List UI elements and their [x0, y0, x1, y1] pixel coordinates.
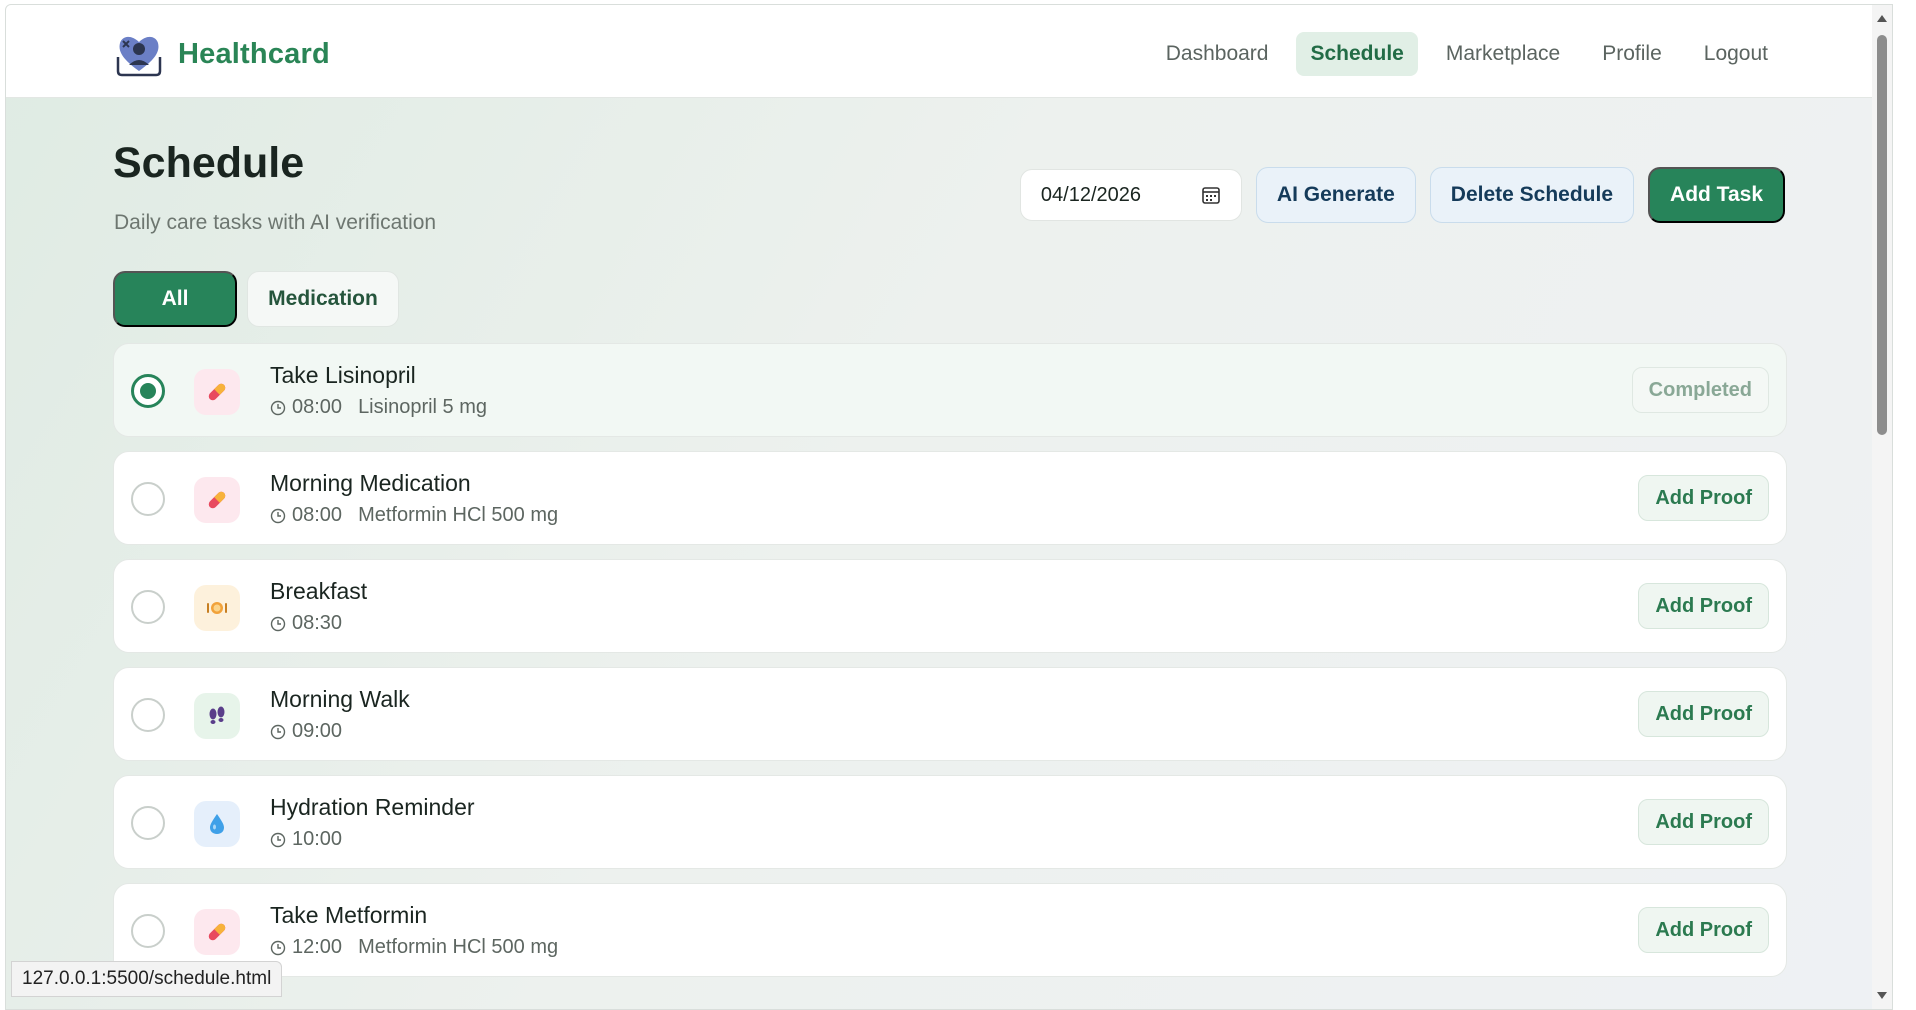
delete-schedule-button[interactable]: Delete Schedule — [1429, 167, 1635, 223]
date-picker-input[interactable]: 04/12/2026 — [1019, 169, 1242, 221]
filter-all[interactable]: All — [113, 271, 237, 327]
task-complete-radio[interactable] — [131, 590, 165, 624]
clock-icon — [270, 616, 286, 631]
task-row[interactable]: Breakfast 08:30 Add Proof — [113, 559, 1787, 653]
task-meta: 09:00 — [270, 720, 342, 743]
task-complete-radio[interactable] — [131, 698, 165, 732]
clock-icon — [270, 724, 286, 739]
add-task-button[interactable]: Add Task — [1648, 167, 1785, 223]
task-title: Morning Medication — [270, 470, 471, 496]
task-complete-radio[interactable] — [131, 374, 165, 408]
pill-icon — [194, 477, 240, 523]
status-bar-url: 127.0.0.1:5500/schedule.html — [11, 961, 283, 997]
page-title: Schedule — [113, 139, 305, 187]
add-proof-button[interactable]: Add Proof — [1638, 907, 1769, 953]
scroll-up-arrow-icon[interactable] — [1877, 15, 1887, 22]
nav-marketplace[interactable]: Marketplace — [1432, 32, 1574, 76]
clock-icon — [270, 400, 286, 415]
healthcard-logo-icon — [116, 36, 162, 77]
pill-icon — [194, 909, 240, 955]
clock-icon — [270, 832, 286, 847]
task-list: Take Lisinopril 08:00 Lisinopril 5 mg Co… — [113, 343, 1787, 991]
main-nav: Dashboard Schedule Marketplace Profile L… — [1152, 32, 1782, 76]
task-meta: 08:30 — [270, 612, 342, 635]
task-time: 08:00 — [292, 504, 343, 526]
browser-viewport: Healthcard Dashboard Schedule Marketplac… — [5, 4, 1893, 1010]
nav-schedule[interactable]: Schedule — [1296, 32, 1418, 76]
task-row[interactable]: Morning Medication 08:00 Metformin HCl 5… — [113, 451, 1787, 545]
water-drop-icon — [194, 801, 240, 847]
task-title: Take Metformin — [270, 902, 428, 928]
task-title: Morning Walk — [270, 686, 410, 712]
date-value: 04/12/2026 — [1040, 183, 1142, 206]
calendar-icon[interactable] — [1201, 185, 1221, 205]
scroll-thumb[interactable] — [1877, 35, 1887, 435]
task-detail: Lisinopril 5 mg — [358, 396, 488, 418]
completed-badge: Completed — [1631, 367, 1769, 413]
task-meta: 12:00 Metformin HCl 500 mg — [270, 936, 558, 959]
task-meta: 08:00 Lisinopril 5 mg — [270, 396, 487, 419]
task-time: 09:00 — [292, 720, 343, 742]
add-proof-button[interactable]: Add Proof — [1638, 583, 1769, 629]
task-time: 10:00 — [292, 828, 343, 850]
task-meta: 10:00 — [270, 828, 342, 851]
task-row[interactable]: Take Lisinopril 08:00 Lisinopril 5 mg Co… — [113, 343, 1787, 437]
ai-generate-button[interactable]: AI Generate — [1255, 167, 1416, 223]
page-subtitle: Daily care tasks with AI verification — [114, 211, 437, 234]
add-proof-button[interactable]: Add Proof — [1638, 799, 1769, 845]
brand-name: Healthcard — [178, 37, 330, 70]
brand[interactable]: Healthcard — [114, 31, 330, 77]
schedule-controls: 04/12/2026 AI Generate Delete Schedule A… — [1019, 167, 1785, 223]
task-row[interactable]: Take Metformin 12:00 Metformin HCl 500 m… — [113, 883, 1787, 977]
task-meta: 08:00 Metformin HCl 500 mg — [270, 504, 558, 527]
clock-icon — [270, 940, 286, 955]
filter-medication[interactable]: Medication — [247, 271, 399, 327]
add-proof-button[interactable]: Add Proof — [1638, 475, 1769, 521]
task-detail: Metformin HCl 500 mg — [358, 936, 559, 958]
task-title: Breakfast — [270, 578, 368, 604]
task-time: 08:00 — [292, 396, 343, 418]
task-filters: All Medication — [113, 271, 399, 327]
footprints-icon — [194, 693, 240, 739]
task-title: Take Lisinopril — [270, 362, 416, 388]
pill-icon — [194, 369, 240, 415]
task-row[interactable]: Hydration Reminder 10:00 Add Proof — [113, 775, 1787, 869]
task-complete-radio[interactable] — [131, 806, 165, 840]
task-time: 08:30 — [292, 612, 343, 634]
top-navigation-bar: Healthcard Dashboard Schedule Marketplac… — [6, 5, 1892, 98]
add-proof-button[interactable]: Add Proof — [1638, 691, 1769, 737]
clock-icon — [270, 508, 286, 523]
task-complete-radio[interactable] — [131, 914, 165, 948]
task-complete-radio[interactable] — [131, 482, 165, 516]
vertical-scrollbar[interactable] — [1872, 5, 1892, 1009]
task-row[interactable]: Morning Walk 09:00 Add Proof — [113, 667, 1787, 761]
nav-logout[interactable]: Logout — [1690, 32, 1782, 76]
task-title: Hydration Reminder — [270, 794, 475, 820]
scroll-down-arrow-icon[interactable] — [1877, 992, 1887, 999]
task-time: 12:00 — [292, 936, 343, 958]
task-detail: Metformin HCl 500 mg — [358, 504, 559, 526]
meal-icon — [194, 585, 240, 631]
nav-dashboard[interactable]: Dashboard — [1152, 32, 1283, 76]
nav-profile[interactable]: Profile — [1588, 32, 1676, 76]
